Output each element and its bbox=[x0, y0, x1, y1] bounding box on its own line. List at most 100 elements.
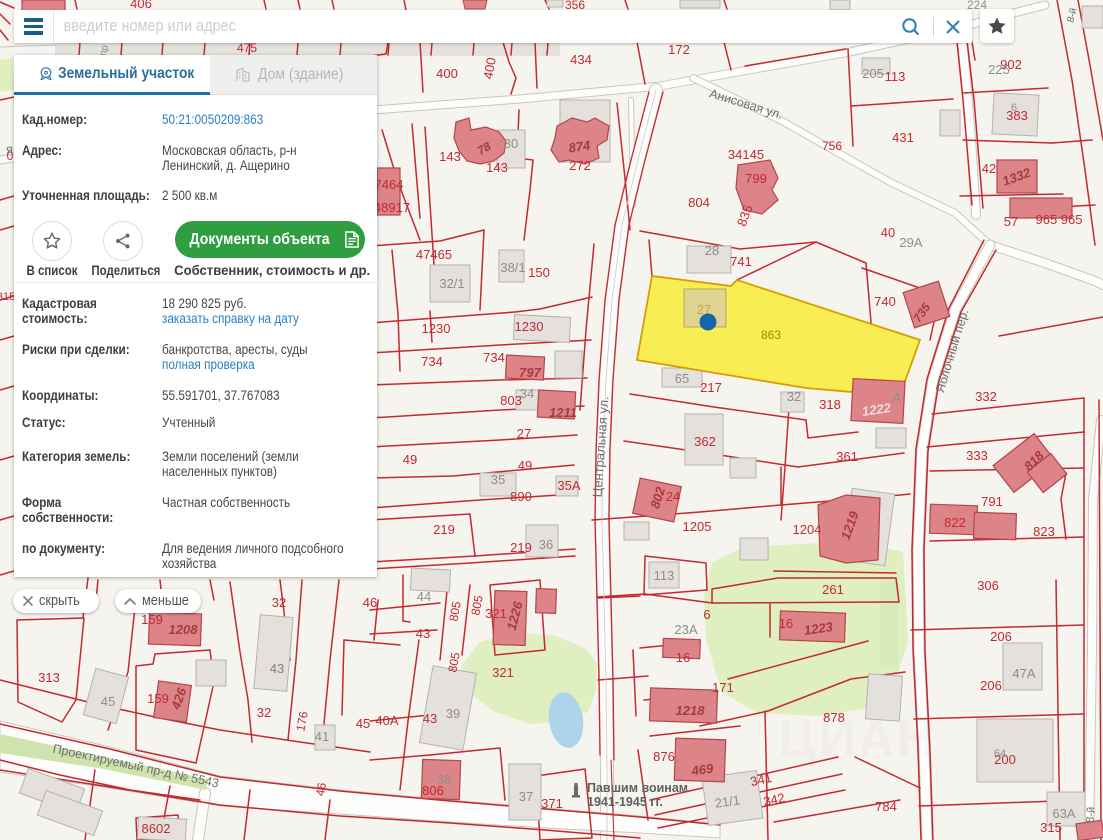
svg-text:16: 16 bbox=[676, 650, 690, 665]
svg-text:ЦИАН: ЦИАН bbox=[778, 710, 936, 768]
svg-text:57: 57 bbox=[1004, 214, 1018, 229]
svg-text:321: 321 bbox=[492, 665, 514, 680]
svg-text:261: 261 bbox=[822, 582, 844, 597]
svg-text:43: 43 bbox=[423, 711, 437, 726]
svg-text:272: 272 bbox=[569, 158, 591, 173]
svg-text:822: 822 bbox=[944, 515, 966, 530]
svg-text:313: 313 bbox=[38, 670, 60, 685]
svg-text:7464: 7464 bbox=[375, 177, 404, 192]
svg-text:1941-1945 гг.: 1941-1945 гг. bbox=[587, 795, 663, 809]
svg-text:32: 32 bbox=[272, 595, 286, 610]
svg-text:А: А bbox=[893, 390, 902, 405]
svg-text:475: 475 bbox=[237, 41, 257, 55]
svg-text:797: 797 bbox=[519, 365, 541, 380]
svg-text:400: 400 bbox=[436, 66, 458, 81]
svg-text:806: 806 bbox=[422, 783, 444, 798]
svg-text:44: 44 bbox=[417, 589, 431, 604]
svg-text:734: 734 bbox=[421, 354, 443, 369]
svg-text:143: 143 bbox=[439, 149, 461, 164]
svg-text:159: 159 bbox=[141, 612, 163, 627]
svg-text:32: 32 bbox=[787, 389, 801, 404]
svg-text:65: 65 bbox=[675, 371, 689, 386]
svg-text:219: 219 bbox=[510, 540, 532, 555]
svg-text:40А: 40А bbox=[375, 713, 398, 728]
svg-text:159: 159 bbox=[147, 691, 169, 706]
svg-text:43: 43 bbox=[270, 661, 284, 676]
svg-text:1208: 1208 bbox=[169, 622, 199, 637]
svg-text:113: 113 bbox=[885, 69, 906, 84]
svg-text:48917: 48917 bbox=[374, 200, 410, 215]
svg-text:1218: 1218 bbox=[676, 703, 706, 718]
svg-text:34145: 34145 bbox=[728, 147, 764, 162]
svg-text:1230: 1230 bbox=[422, 321, 451, 336]
svg-text:45: 45 bbox=[356, 716, 370, 731]
svg-text:799: 799 bbox=[745, 171, 767, 186]
svg-text:217: 217 bbox=[700, 380, 722, 395]
svg-text:321: 321 bbox=[485, 606, 507, 621]
svg-text:113: 113 bbox=[654, 568, 675, 583]
svg-text:64: 64 bbox=[994, 748, 1006, 760]
svg-text:42: 42 bbox=[982, 161, 996, 176]
svg-text:16: 16 bbox=[779, 616, 793, 631]
svg-text:219: 219 bbox=[433, 522, 455, 537]
svg-text:35: 35 bbox=[491, 472, 505, 487]
svg-text:803: 803 bbox=[500, 393, 522, 408]
svg-text:39: 39 bbox=[446, 706, 460, 721]
svg-text:315: 315 bbox=[1040, 820, 1062, 835]
svg-text:823: 823 bbox=[1033, 524, 1055, 539]
svg-text:8602: 8602 bbox=[142, 821, 171, 836]
svg-text:45: 45 bbox=[101, 694, 115, 709]
svg-text:1205: 1205 bbox=[683, 519, 712, 534]
svg-text:371: 371 bbox=[541, 796, 563, 811]
svg-text:27: 27 bbox=[517, 426, 531, 441]
svg-text:43: 43 bbox=[416, 626, 430, 641]
svg-text:23А: 23А bbox=[674, 622, 697, 637]
svg-text:37: 37 bbox=[519, 789, 533, 804]
svg-text:Павшим воинам: Павшим воинам bbox=[587, 781, 688, 795]
svg-text:784: 784 bbox=[875, 799, 897, 814]
svg-text:874: 874 bbox=[568, 138, 592, 156]
svg-text:306: 306 bbox=[977, 578, 999, 593]
svg-text:332: 332 bbox=[975, 389, 997, 404]
svg-text:8-й: 8-й bbox=[1084, 806, 1097, 823]
svg-text:150: 150 bbox=[528, 265, 550, 280]
svg-text:35А: 35А bbox=[557, 478, 580, 493]
svg-text:434: 434 bbox=[570, 52, 592, 67]
svg-text:315: 315 bbox=[0, 291, 15, 303]
svg-text:171: 171 bbox=[712, 680, 734, 695]
svg-text:756: 756 bbox=[822, 139, 842, 153]
svg-text:47465: 47465 bbox=[416, 247, 452, 262]
svg-text:362: 362 bbox=[694, 434, 716, 449]
svg-text:6: 6 bbox=[1011, 102, 1017, 114]
svg-text:41: 41 bbox=[315, 729, 329, 744]
svg-text:172: 172 bbox=[668, 42, 690, 57]
svg-text:49: 49 bbox=[518, 458, 532, 473]
svg-text:46: 46 bbox=[313, 781, 329, 797]
svg-text:791: 791 bbox=[981, 494, 1003, 509]
svg-text:40: 40 bbox=[881, 225, 895, 240]
svg-text:34: 34 bbox=[520, 386, 534, 401]
svg-text:876: 876 bbox=[653, 749, 675, 764]
svg-text:36: 36 bbox=[539, 537, 553, 552]
svg-text:333: 333 bbox=[966, 448, 988, 463]
svg-text:1204: 1204 bbox=[793, 522, 822, 537]
svg-text:28: 28 bbox=[705, 243, 719, 258]
svg-text:863: 863 bbox=[761, 328, 781, 342]
svg-text:38/1: 38/1 bbox=[500, 260, 525, 275]
svg-text:1211: 1211 bbox=[549, 405, 577, 420]
svg-text:431: 431 bbox=[892, 130, 914, 145]
svg-text:24: 24 bbox=[666, 489, 680, 504]
svg-text:49: 49 bbox=[403, 452, 417, 467]
svg-text:205: 205 bbox=[862, 66, 884, 81]
svg-text:1230: 1230 bbox=[515, 319, 544, 334]
svg-text:32: 32 bbox=[257, 705, 271, 720]
svg-text:47А: 47А bbox=[1012, 666, 1035, 681]
svg-text:741: 741 bbox=[730, 254, 752, 269]
svg-text:29А: 29А bbox=[899, 235, 922, 250]
svg-text:361: 361 bbox=[836, 449, 858, 464]
svg-text:890: 890 bbox=[510, 489, 532, 504]
svg-text:0: 0 bbox=[7, 149, 14, 163]
svg-text:30: 30 bbox=[504, 136, 518, 151]
svg-text:804: 804 bbox=[688, 195, 710, 210]
svg-text:734: 734 bbox=[483, 350, 505, 365]
